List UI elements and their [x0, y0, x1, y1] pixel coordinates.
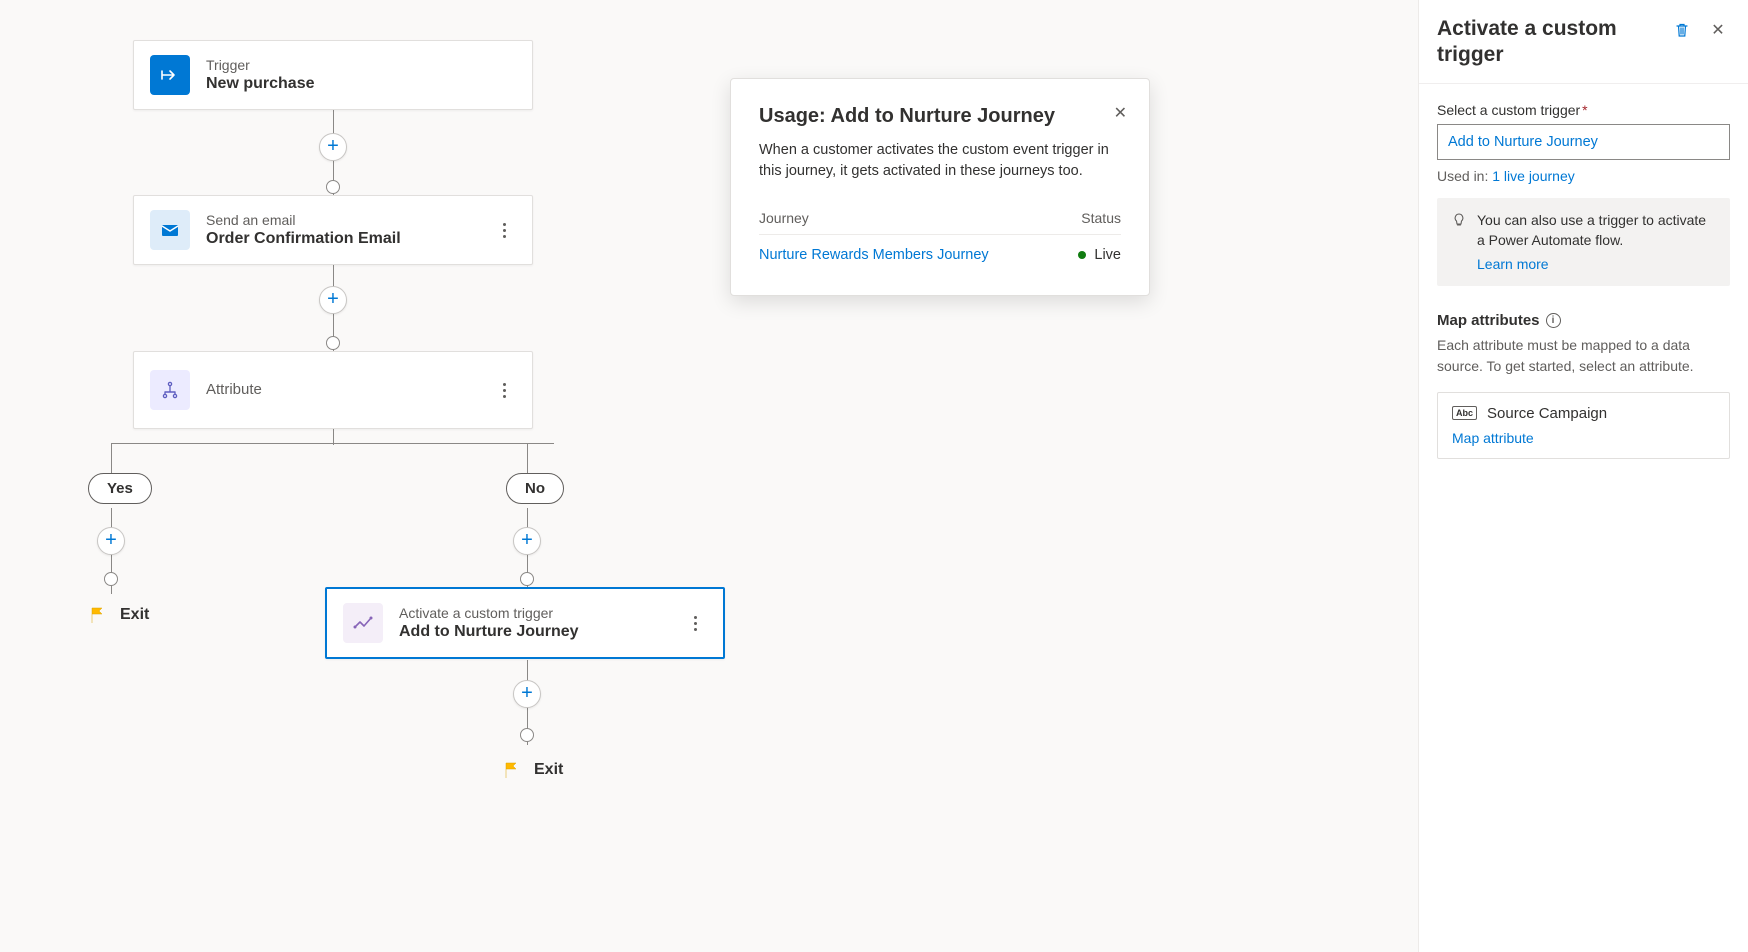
info-icon[interactable]: i: [1546, 313, 1561, 328]
delete-button[interactable]: [1668, 16, 1696, 44]
close-icon[interactable]: ✕: [1110, 99, 1131, 127]
node-more-menu[interactable]: [492, 218, 516, 242]
select-trigger-label-text: Select a custom trigger: [1437, 102, 1580, 118]
email-icon: [150, 210, 190, 250]
node-more-menu[interactable]: [683, 611, 707, 635]
node-attribute[interactable]: Attribute: [133, 351, 533, 429]
map-attribute-link[interactable]: Map attribute: [1452, 430, 1715, 446]
node-title: New purchase: [206, 74, 516, 95]
select-trigger-label: Select a custom trigger*: [1437, 102, 1730, 118]
attribute-card[interactable]: Abc Source Campaign Map attribute: [1437, 392, 1730, 459]
flag-icon: [88, 605, 108, 625]
tip-callout: You can also use a trigger to activate a…: [1437, 198, 1730, 287]
add-step-button[interactable]: [319, 286, 347, 314]
used-in-text: Used in: 1 live journey: [1437, 168, 1730, 184]
status-dot-icon: [1078, 251, 1086, 259]
usage-popup: ✕ Usage: Add to Nurture Journey When a c…: [730, 78, 1150, 296]
node-type-label: Activate a custom trigger: [399, 604, 667, 622]
node-trigger[interactable]: Trigger New purchase: [133, 40, 533, 110]
exit-marker: Exit: [88, 605, 149, 625]
usage-col-status: Status: [1081, 210, 1121, 226]
connector-endpoint: [326, 180, 340, 194]
node-activate-trigger[interactable]: Activate a custom trigger Add to Nurture…: [325, 587, 725, 659]
branch-no[interactable]: No: [506, 473, 564, 504]
add-step-button[interactable]: [319, 133, 347, 161]
connector: [111, 443, 554, 444]
connector-endpoint: [520, 728, 534, 742]
add-step-button[interactable]: [513, 680, 541, 708]
map-attributes-heading: Map attributes i: [1437, 312, 1730, 329]
attribute-icon: [150, 370, 190, 410]
lightbulb-icon: [1451, 212, 1467, 275]
exit-label: Exit: [120, 606, 149, 624]
activate-trigger-icon: [343, 603, 383, 643]
used-in-prefix: Used in:: [1437, 168, 1492, 184]
attribute-name: Source Campaign: [1487, 405, 1607, 422]
usage-description: When a customer activates the custom eve…: [759, 140, 1121, 182]
flag-icon: [502, 760, 522, 780]
node-send-email[interactable]: Send an email Order Confirmation Email: [133, 195, 533, 265]
connector-endpoint: [104, 572, 118, 586]
properties-panel: Activate a custom trigger ✕ Select a cus…: [1418, 0, 1748, 952]
connector-endpoint: [326, 336, 340, 350]
node-title: Order Confirmation Email: [206, 229, 476, 250]
panel-title: Activate a custom trigger: [1437, 16, 1660, 69]
custom-trigger-select[interactable]: Add to Nurture Journey: [1437, 124, 1730, 160]
tip-text: You can also use a trigger to activate a…: [1477, 212, 1706, 248]
learn-more-link[interactable]: Learn more: [1477, 254, 1716, 274]
add-step-button[interactable]: [97, 527, 125, 555]
map-attributes-desc: Each attribute must be mapped to a data …: [1437, 335, 1730, 376]
map-attributes-heading-text: Map attributes: [1437, 312, 1540, 329]
text-type-icon: Abc: [1452, 406, 1477, 420]
trigger-icon: [150, 55, 190, 95]
node-more-menu[interactable]: [492, 378, 516, 402]
trash-icon: [1674, 22, 1690, 38]
node-title: Add to Nurture Journey: [399, 622, 667, 643]
connector-endpoint: [520, 572, 534, 586]
exit-label: Exit: [534, 761, 563, 779]
usage-journey-link[interactable]: Nurture Rewards Members Journey: [759, 247, 989, 263]
usage-title: Usage: Add to Nurture Journey: [759, 105, 1121, 128]
usage-status-label: Live: [1094, 247, 1121, 263]
node-type-label: Trigger: [206, 56, 516, 74]
used-in-link[interactable]: 1 live journey: [1492, 168, 1575, 184]
node-title: Attribute: [206, 380, 476, 400]
usage-col-journey: Journey: [759, 210, 809, 226]
connector: [111, 443, 112, 474]
exit-marker: Exit: [502, 760, 563, 780]
close-panel-button[interactable]: ✕: [1704, 16, 1732, 44]
add-step-button[interactable]: [513, 527, 541, 555]
connector: [527, 443, 528, 474]
branch-yes[interactable]: Yes: [88, 473, 152, 504]
node-type-label: Send an email: [206, 211, 476, 229]
